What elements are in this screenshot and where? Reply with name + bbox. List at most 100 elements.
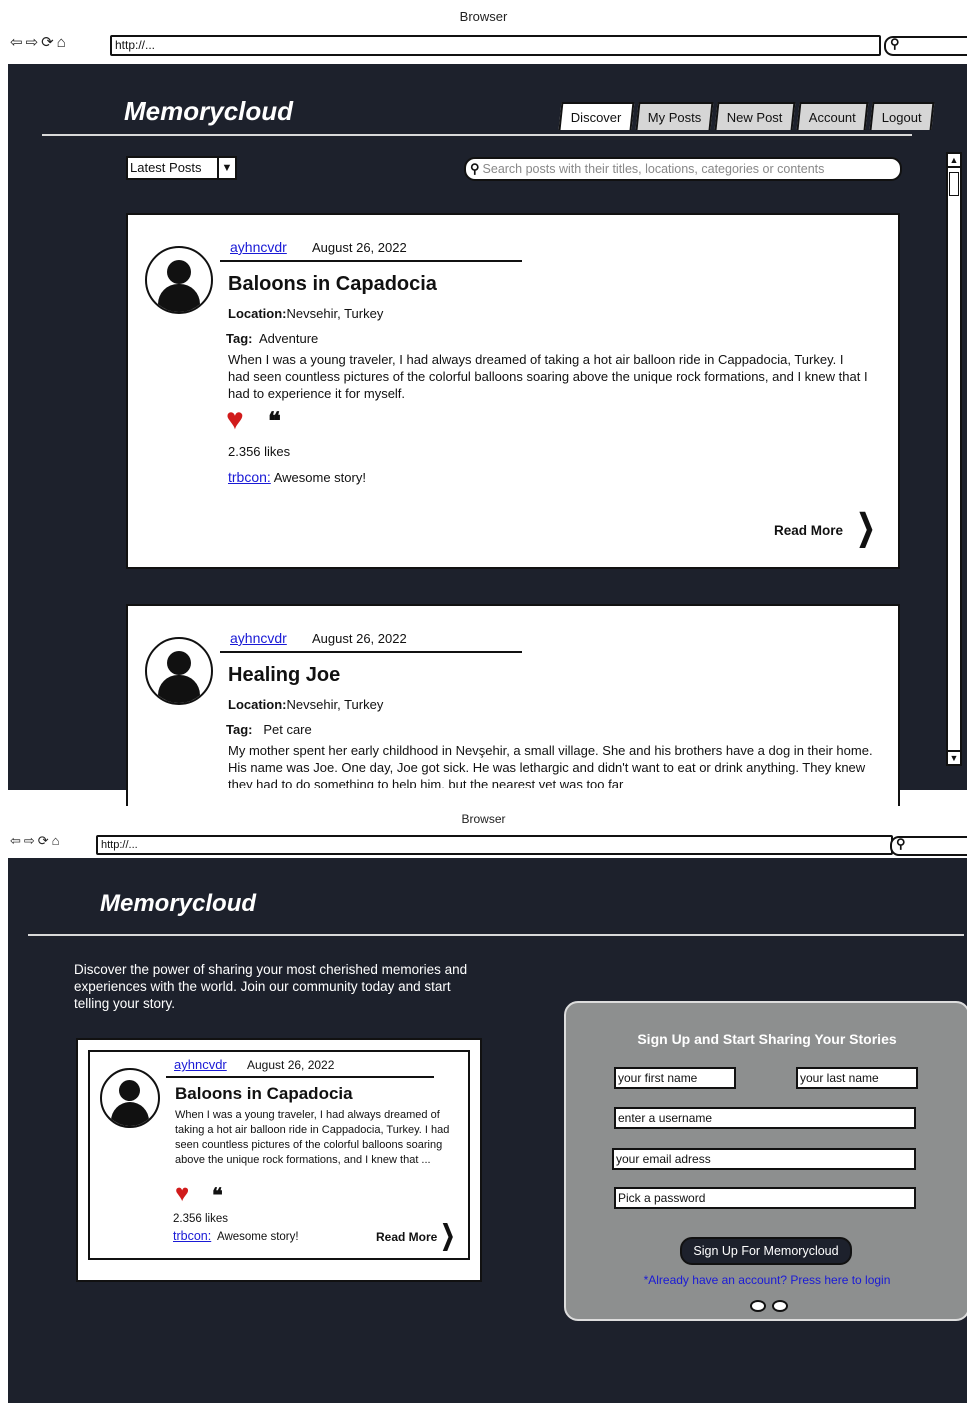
- browser-nav-icons[interactable]: ⇦⇨⟳⌂: [10, 833, 63, 849]
- chevron-down-icon: ▼: [217, 158, 235, 178]
- password-field[interactable]: Pick a password: [614, 1187, 916, 1209]
- chevron-right-icon: ❯: [440, 1220, 455, 1251]
- post-author-link[interactable]: ayhncvdr: [230, 239, 287, 255]
- tab-my-posts[interactable]: My Posts: [635, 102, 714, 130]
- tab-account[interactable]: Account: [796, 102, 869, 130]
- comment: trbcon: Awesome story!: [173, 1229, 299, 1243]
- post-card: ayhncvdr August 26, 2022 Healing Joe Loc…: [126, 604, 900, 806]
- post-search-input[interactable]: ⚲ Search posts with their titles, locatio…: [464, 157, 902, 181]
- post-body: When I was a young traveler, I had alway…: [175, 1109, 450, 1166]
- carousel-dot[interactable]: [750, 1300, 766, 1312]
- browser-nav-icons[interactable]: ⇦⇨⟳⌂: [10, 33, 69, 51]
- post-tag: Tag: Adventure: [226, 331, 318, 346]
- username-field[interactable]: enter a username: [614, 1107, 916, 1129]
- like-count: 2.356 likes: [173, 1213, 228, 1225]
- url-input[interactable]: http://...: [96, 835, 893, 855]
- chevron-right-icon: ❯: [856, 507, 876, 548]
- first-name-field[interactable]: your first name: [614, 1067, 736, 1089]
- logo[interactable]: Memorycloud: [100, 890, 256, 918]
- intro-text: Discover the power of sharing your most …: [74, 962, 468, 1011]
- location-value: Nevsehir, Turkey: [286, 306, 384, 321]
- post-title[interactable]: Healing Joe: [228, 664, 340, 687]
- comment-bubbles-icon[interactable]: ❝: [268, 407, 281, 436]
- post-date: August 26, 2022: [312, 240, 407, 255]
- avatar[interactable]: [100, 1068, 160, 1128]
- read-more-label: Read More: [376, 1230, 438, 1244]
- address-bar: ⇦⇨⟳⌂ http://... ⚲: [0, 832, 967, 856]
- browser-window-discover: Browser ⇦⇨⟳⌂ http://... ⚲ Memorycloud Di…: [0, 0, 967, 806]
- browser-window-landing: Browser ⇦⇨⟳⌂ http://... ⚲ Memorycloud Di…: [0, 808, 967, 1403]
- post-location: Location:Nevsehir, Turkey: [228, 306, 383, 321]
- url-input[interactable]: http://...: [110, 35, 881, 56]
- post-author-link[interactable]: ayhncvdr: [174, 1057, 227, 1072]
- post-date: August 26, 2022: [247, 1058, 335, 1072]
- read-more-label: Read More: [774, 523, 844, 538]
- post-date: August 26, 2022: [312, 631, 407, 646]
- comment-author-link[interactable]: trbcon:: [228, 469, 271, 485]
- location-value: Nevsehir, Turkey: [286, 697, 384, 712]
- preview-card-outer: ayhncvdr August 26, 2022 Baloons in Capa…: [76, 1038, 482, 1282]
- author-divider: [220, 260, 522, 262]
- comment-author-link[interactable]: trbcon:: [173, 1229, 211, 1243]
- browser-search-button[interactable]: ⚲: [890, 836, 967, 856]
- browser-search-button[interactable]: ⚲: [884, 36, 967, 56]
- post-location: Location:Nevsehir, Turkey: [228, 697, 383, 712]
- avatar[interactable]: [145, 246, 213, 314]
- post-title[interactable]: Baloons in Capadocia: [228, 273, 437, 296]
- signup-title: Sign Up and Start Sharing Your Stories: [637, 1031, 897, 1047]
- scrollbar[interactable]: ▲ ▼: [946, 152, 962, 766]
- like-heart-icon[interactable]: ♥: [226, 403, 244, 437]
- author-divider: [166, 1076, 434, 1078]
- like-count: 2.356 likes: [228, 444, 291, 459]
- header-divider: [42, 134, 912, 136]
- header-divider: [28, 934, 964, 936]
- browser-title: Browser: [461, 812, 506, 826]
- signup-button[interactable]: Sign Up For Memorycloud: [680, 1237, 852, 1265]
- nav-tabs: Discover My Posts New Post Account Logou…: [558, 102, 936, 130]
- email-field[interactable]: your email adress: [612, 1148, 916, 1170]
- app-viewport: Memorycloud Discover the power of sharin…: [8, 858, 967, 1403]
- tag-label: Tag:: [226, 331, 253, 346]
- login-link[interactable]: *Already have an account? Press here to …: [566, 1273, 967, 1287]
- tab-new-post[interactable]: New Post: [714, 102, 796, 130]
- browser-title: Browser: [459, 9, 508, 24]
- post-tag: Tag: Pet care: [226, 722, 312, 737]
- comment-text: Awesome story!: [273, 470, 366, 485]
- search-icon: ⚲: [470, 161, 480, 176]
- post-author-link[interactable]: ayhncvdr: [230, 630, 287, 646]
- location-label: Location:: [228, 697, 287, 712]
- author-divider: [220, 651, 522, 653]
- comment: trbcon: Awesome story!: [228, 469, 366, 485]
- logo[interactable]: Memorycloud: [124, 96, 293, 127]
- search-icon: ⚲: [896, 836, 906, 851]
- scroll-up-icon[interactable]: ▲: [948, 154, 960, 168]
- signup-panel: Sign Up and Start Sharing Your Stories y…: [564, 1001, 967, 1321]
- tab-discover[interactable]: Discover: [558, 102, 635, 130]
- tab-logout[interactable]: Logout: [869, 102, 934, 130]
- sort-select[interactable]: Latest Posts ▼: [126, 156, 237, 180]
- location-label: Location:: [228, 306, 287, 321]
- tag-label: Tag:: [226, 722, 253, 737]
- carousel-dot[interactable]: [772, 1300, 788, 1312]
- app-viewport: Memorycloud Discover My Posts New Post A…: [8, 64, 967, 806]
- scrollbar-thumb[interactable]: [949, 172, 959, 196]
- post-title[interactable]: Baloons in Capadocia: [175, 1084, 353, 1104]
- comment-text: Awesome story!: [216, 1231, 299, 1243]
- address-bar: ⇦⇨⟳⌂ http://... ⚲: [0, 30, 967, 58]
- post-body: My mother spent her early childhood in N…: [228, 743, 873, 788]
- search-icon: ⚲: [890, 36, 900, 51]
- post-body: When I was a young traveler, I had alway…: [228, 352, 868, 401]
- preview-card: ayhncvdr August 26, 2022 Baloons in Capa…: [88, 1050, 470, 1260]
- carousel-dots: [750, 1299, 794, 1317]
- tag-value: Pet care: [263, 722, 312, 737]
- scroll-down-icon[interactable]: ▼: [948, 750, 960, 764]
- read-more-button[interactable]: Read More ❯: [376, 1220, 455, 1250]
- avatar[interactable]: [145, 637, 213, 705]
- tag-value: Adventure: [259, 331, 319, 346]
- sort-select-value: Latest Posts: [130, 160, 202, 175]
- last-name-field[interactable]: your last name: [796, 1067, 918, 1089]
- comment-bubbles-icon[interactable]: ❝: [212, 1183, 223, 1208]
- read-more-button[interactable]: Read More ❯: [774, 507, 875, 547]
- post-card: ayhncvdr August 26, 2022 Baloons in Capa…: [126, 213, 900, 569]
- like-heart-icon[interactable]: ♥: [175, 1180, 189, 1208]
